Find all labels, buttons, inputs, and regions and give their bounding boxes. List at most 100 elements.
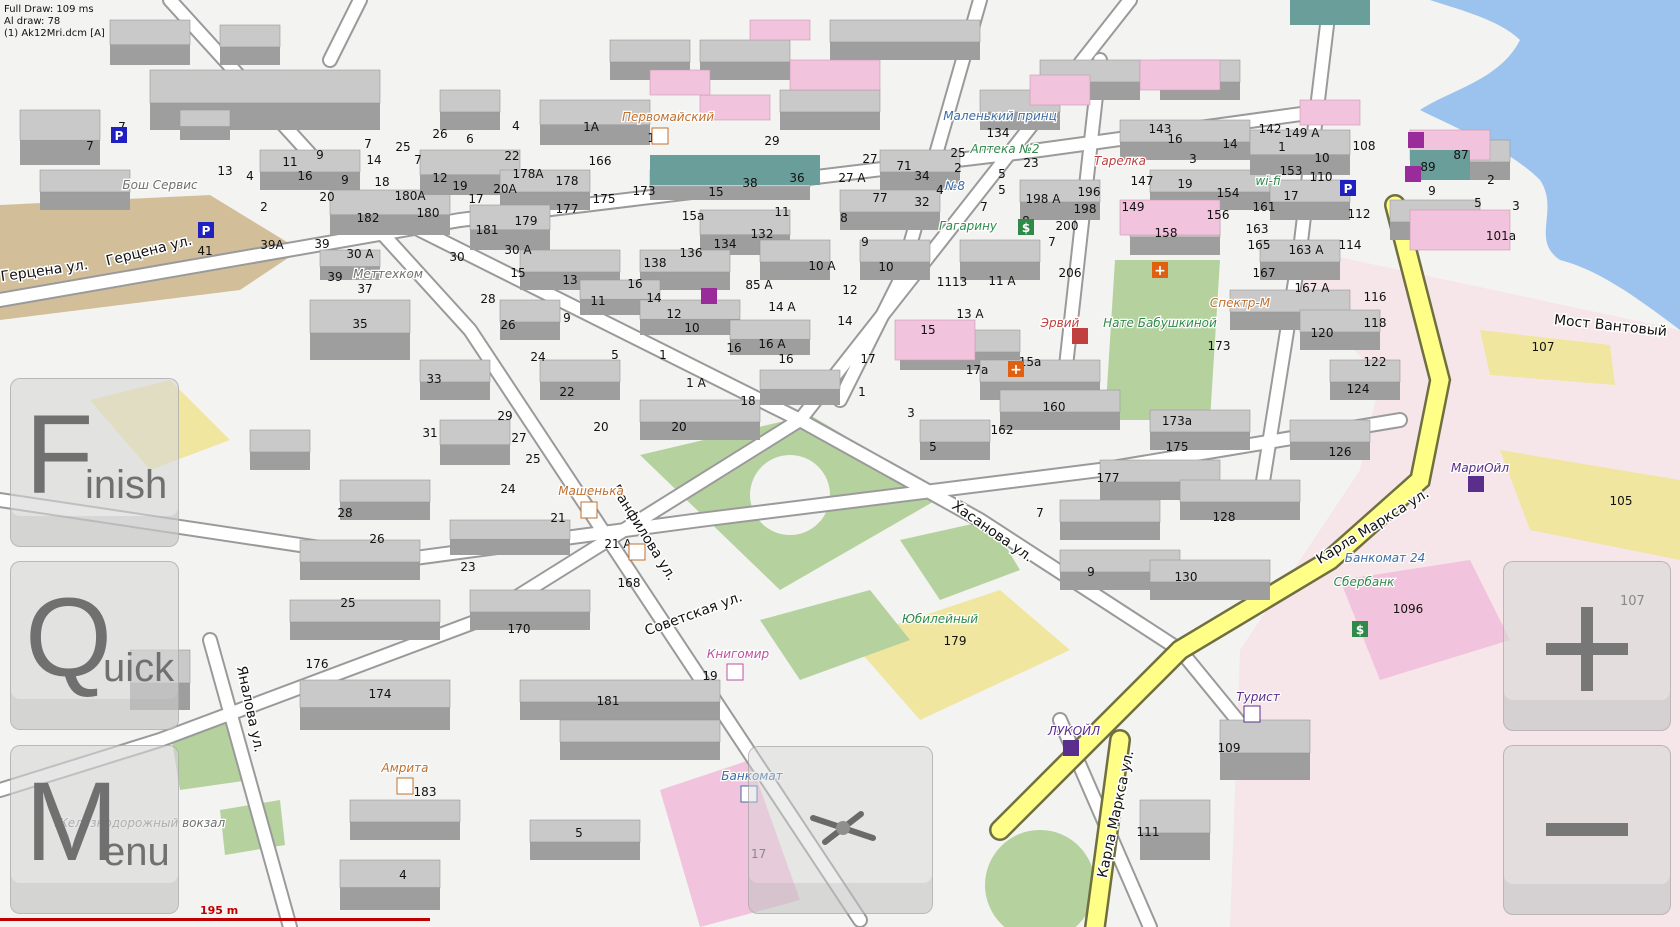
house-number: 3: [1512, 199, 1520, 213]
house-number: 4: [936, 183, 944, 197]
finish-button[interactable]: F inish: [10, 378, 179, 547]
house-number: 2: [1487, 173, 1495, 187]
house-number: 138: [644, 256, 667, 270]
plus-icon: [1546, 607, 1628, 691]
scale-label: 195 m: [200, 904, 239, 917]
building-roof: [529, 819, 641, 843]
poi-label: Эрвий: [1040, 316, 1080, 330]
poi-label: Юбилейный: [902, 612, 978, 626]
house-number: 181: [476, 223, 499, 237]
house-number: 154: [1217, 186, 1240, 200]
building-roof: [1149, 559, 1271, 583]
house-number: 1113: [937, 275, 968, 289]
house-number: 10: [684, 321, 699, 335]
house-number: 198 A: [1026, 192, 1062, 206]
poi-label: Нате Бабушкиной: [1103, 316, 1217, 330]
house-number: 5: [998, 183, 1006, 197]
building-roof: [19, 109, 101, 141]
house-number: 14: [646, 291, 661, 305]
poi-label: Турист: [1236, 690, 1280, 704]
building-roof: [959, 239, 1041, 263]
house-number: 7: [86, 139, 94, 153]
building-roof: [1059, 499, 1161, 523]
map-center-button[interactable]: 17: [748, 746, 933, 914]
menu-button[interactable]: M enu: [10, 745, 179, 914]
house-number: 30 A: [346, 247, 374, 261]
house-number: 39A: [260, 238, 284, 252]
house-number: 12: [432, 171, 447, 185]
house-number: 11: [774, 205, 789, 219]
fuel-station-icon: [1468, 476, 1484, 492]
building-wall: [310, 333, 410, 360]
house-number: 109: [1218, 741, 1241, 755]
house-number: 167 A: [1295, 281, 1331, 295]
house-number: 8: [840, 211, 848, 225]
svg-text:$: $: [1022, 221, 1030, 235]
house-number: 16: [627, 277, 642, 291]
house-number: 9: [563, 311, 571, 325]
residential-building: [789, 59, 881, 91]
public-building: [1290, 0, 1370, 25]
house-number: 24: [530, 350, 545, 364]
house-number: 183: [414, 785, 437, 799]
house-number: 177: [1097, 471, 1120, 485]
building-wall: [640, 422, 760, 440]
zoom-in-button[interactable]: 107: [1503, 561, 1671, 731]
poi-label: ЛУКОЙЛ: [1047, 723, 1100, 738]
shop-icon: [396, 777, 414, 795]
house-number: 33: [426, 372, 441, 386]
finish-initial: F: [25, 392, 94, 517]
finish-rest: inish: [85, 463, 168, 507]
quick-button[interactable]: Q uick: [10, 561, 179, 730]
house-number: 126: [1329, 445, 1352, 459]
bookstore-icon: [726, 663, 744, 681]
house-number: 26: [432, 127, 447, 141]
house-number: 3: [907, 406, 915, 420]
house-number: 149 A: [1285, 126, 1321, 140]
house-number: 9: [861, 235, 869, 249]
house-number: 38: [742, 176, 757, 190]
house-number: 177: [556, 202, 579, 216]
house-number: 165: [1248, 238, 1271, 252]
house-number: 14: [1222, 137, 1237, 151]
house-number: 37: [357, 282, 372, 296]
house-number: 16 A: [758, 337, 786, 351]
house-number: 41: [197, 244, 212, 258]
building-wall: [300, 562, 420, 580]
shop-icon: [580, 501, 598, 519]
house-number: 7: [364, 137, 372, 151]
building-wall: [560, 742, 720, 760]
house-number: 147: [1131, 174, 1154, 188]
house-number: 1 A: [686, 376, 706, 390]
house-number: 25: [340, 596, 355, 610]
house-number: 14 A: [768, 300, 796, 314]
poi-label: Меттехком: [353, 267, 423, 281]
house-number: 1A: [583, 120, 600, 134]
zoom-out-button[interactable]: [1503, 745, 1671, 915]
house-number: 11: [590, 294, 605, 308]
house-number: 17: [468, 192, 483, 206]
house-number: 23: [460, 560, 475, 574]
house-number: 120: [1311, 326, 1334, 340]
house-number: 105: [1610, 494, 1633, 508]
house-number: 1096: [1393, 602, 1424, 616]
poi-label: Банкомат 24: [1345, 551, 1426, 565]
house-number: 89: [1420, 160, 1435, 174]
building-wall: [250, 452, 310, 470]
house-number: 17a: [966, 363, 989, 377]
house-number: 29: [764, 134, 779, 148]
house-number: 112: [1348, 207, 1371, 221]
building-roof: [109, 19, 191, 46]
house-number: 160: [1043, 400, 1066, 414]
building-wall: [840, 212, 940, 230]
building-wall: [540, 382, 620, 400]
house-number: 29: [497, 409, 512, 423]
building-roof: [539, 359, 621, 383]
house-number: 132: [751, 227, 774, 241]
building-roof: [179, 109, 231, 127]
building-roof: [289, 599, 441, 623]
hotel-icon: [1243, 705, 1261, 723]
house-number: 180A: [394, 189, 426, 203]
house-number: 1: [858, 385, 866, 399]
building-wall: [440, 112, 500, 130]
